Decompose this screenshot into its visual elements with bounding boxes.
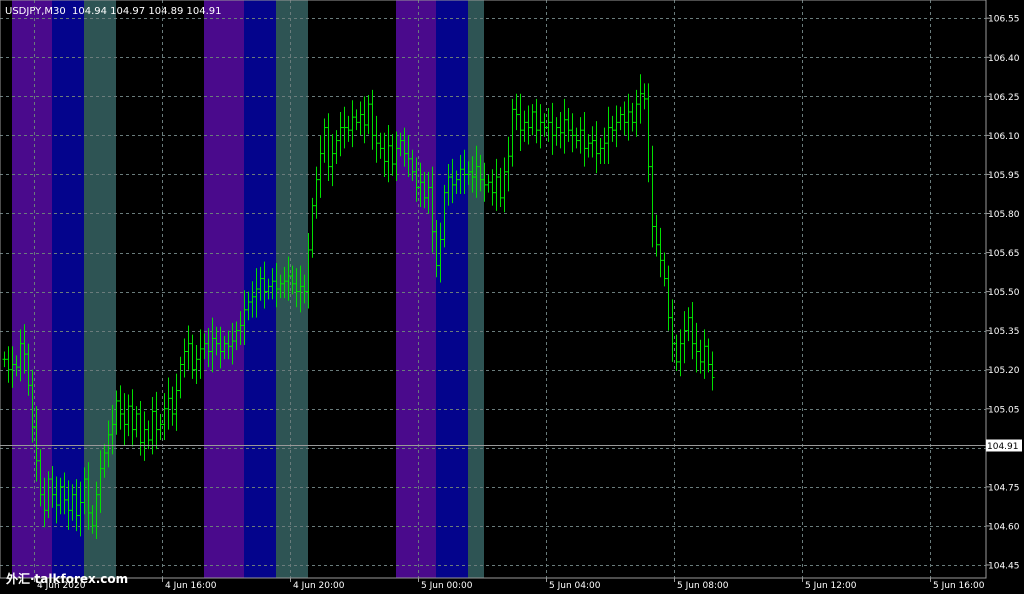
y-tick-label: 105.35 [988,327,1020,337]
y-tick-label: 105.80 [988,210,1020,220]
session-bands [12,0,484,578]
y-tick-label: 104.45 [988,561,1020,571]
y-tick-label: 105.05 [988,405,1020,415]
y-tick-label: 105.20 [988,366,1020,376]
session-band [468,0,484,578]
y-tick-label: 106.40 [988,54,1020,64]
price-axis: 104.45104.60104.75104.90105.05105.20105.… [986,15,1022,571]
session-band [396,0,436,578]
y-tick-label: 105.65 [988,249,1020,259]
x-tick-label: 5 Jun 00:00 [421,581,473,591]
session-band [204,0,244,578]
y-tick-label: 106.25 [988,93,1020,103]
chart-header-ohlc: 104.94 104.97 104.89 104.91 [72,6,222,17]
y-tick-label: 105.50 [988,288,1020,298]
x-tick-label: 5 Jun 12:00 [805,581,857,591]
x-tick-label: 5 Jun 16:00 [933,581,985,591]
y-tick-label: 106.10 [988,132,1020,142]
y-tick-label: 104.75 [988,483,1020,493]
current-price-label: 104.91 [987,442,1019,452]
chart-background [0,0,1024,594]
y-tick-label: 105.95 [988,171,1020,181]
y-tick-label: 104.60 [988,522,1020,532]
x-tick-label: 5 Jun 08:00 [677,581,729,591]
x-tick-label: 4 Jun 20:00 [293,581,345,591]
chart-header-symbol: USDJPY,M30 [5,6,66,17]
x-tick-label: 5 Jun 04:00 [549,581,601,591]
watermark-logo: 外汇·talkforex.com [6,571,128,586]
x-tick-label: 4 Jun 16:00 [165,581,217,591]
y-tick-label: 106.55 [988,15,1020,25]
session-band [436,0,468,578]
session-band [12,0,52,578]
price-chart[interactable]: 104.45104.60104.75104.90105.05105.20105.… [0,0,1024,594]
